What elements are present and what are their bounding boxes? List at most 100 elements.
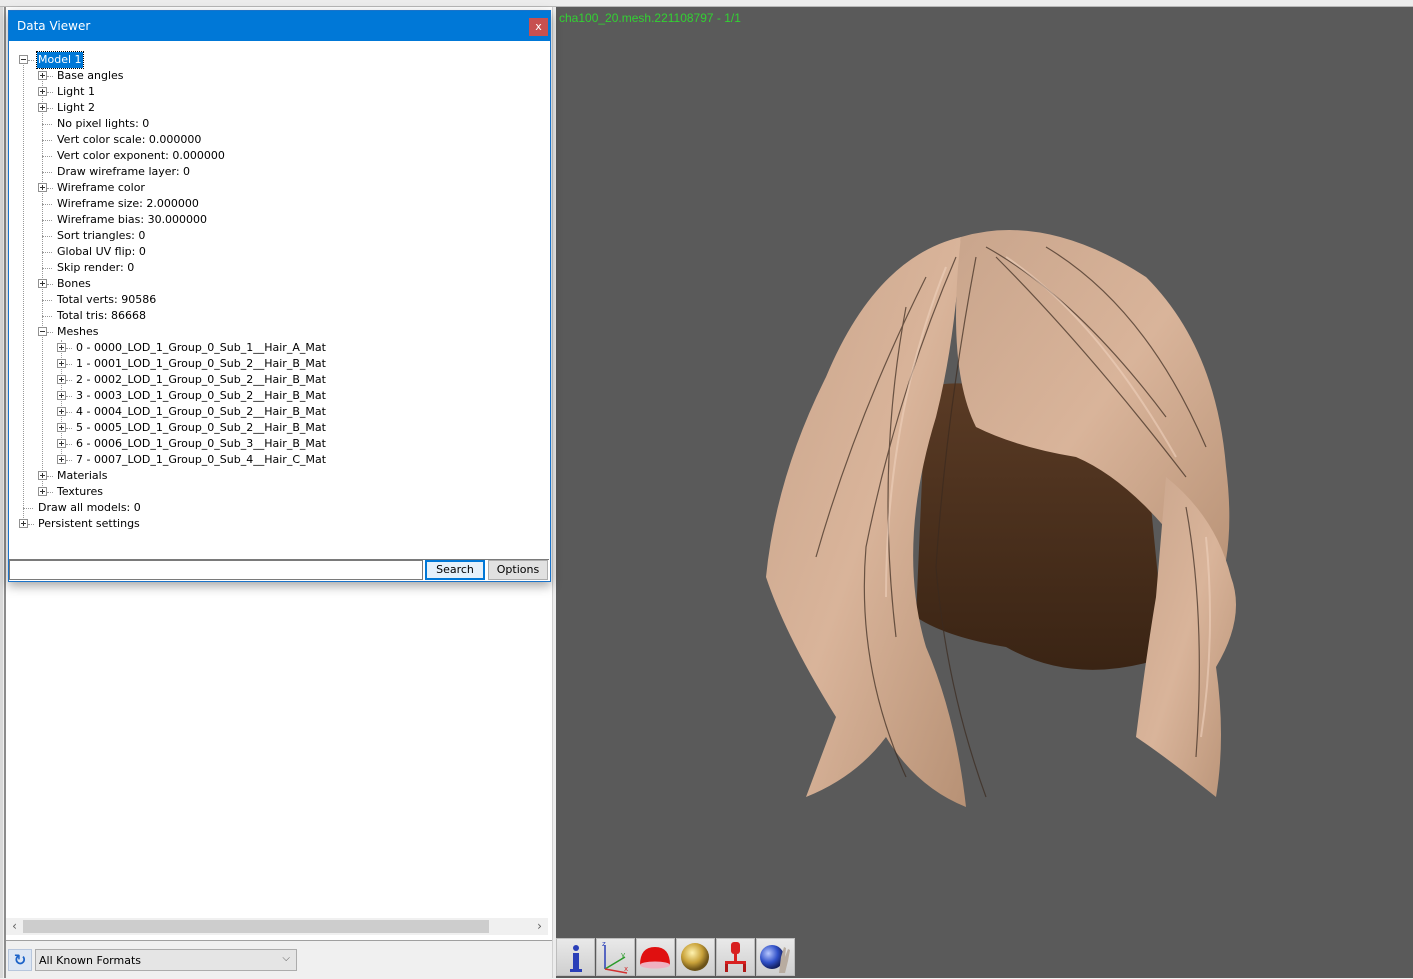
tree-node-label: 7 - 0007_LOD_1_Group_0_Sub_4__Hair_C_Mat	[76, 453, 327, 466]
collapse-icon[interactable]	[38, 327, 47, 336]
grab-sphere-button[interactable]	[756, 938, 795, 976]
scroll-thumb[interactable]	[23, 920, 489, 933]
tree-node-label: 2 - 0002_LOD_1_Group_0_Sub_2__Hair_B_Mat	[76, 373, 326, 386]
viewport-toolbar: z y x	[556, 938, 796, 978]
refresh-icon: ↻	[13, 951, 27, 969]
dialog-titlebar[interactable]: Data Viewer x	[9, 11, 550, 41]
tree-connector	[42, 252, 52, 253]
format-filter-value: All Known Formats	[39, 954, 142, 967]
tree-connector	[42, 236, 52, 237]
expand-icon[interactable]	[57, 455, 66, 464]
svg-text:x: x	[624, 965, 628, 973]
expand-icon[interactable]	[38, 471, 47, 480]
tree-node-label: Light 2	[57, 101, 95, 114]
expand-icon[interactable]	[38, 279, 47, 288]
tree-connector	[66, 412, 72, 413]
left-edge	[0, 7, 3, 978]
tree-connector	[66, 380, 72, 381]
tree-connector	[42, 220, 52, 221]
expand-icon[interactable]	[38, 487, 47, 496]
tree-node-label: 6 - 0006_LOD_1_Group_0_Sub_3__Hair_B_Mat	[76, 437, 326, 450]
tree-node-label: No pixel lights: 0	[57, 117, 150, 130]
expand-icon[interactable]	[19, 519, 28, 528]
hemisphere-icon	[640, 947, 670, 969]
close-icon: x	[535, 20, 542, 33]
refresh-button[interactable]: ↻	[8, 949, 32, 971]
expand-icon[interactable]	[38, 103, 47, 112]
tree-node-label: Base angles	[57, 69, 124, 82]
horizontal-scrollbar[interactable]: ‹ ›	[6, 918, 548, 935]
expand-icon[interactable]	[57, 343, 66, 352]
expand-icon[interactable]	[57, 423, 66, 432]
top-edge	[0, 0, 1413, 7]
axes-icon: z y x	[602, 940, 628, 974]
tree-connector	[42, 156, 52, 157]
info-icon	[570, 945, 582, 972]
tree-connector	[42, 172, 52, 173]
expand-icon[interactable]	[57, 359, 66, 368]
tree-connector	[23, 508, 33, 509]
tree-node-label: Sort triangles: 0	[57, 229, 146, 242]
tree-node-label: 5 - 0005_LOD_1_Group_0_Sub_2__Hair_B_Mat	[76, 421, 326, 434]
tree-connector-line	[23, 60, 24, 524]
tree-connector	[47, 76, 53, 77]
close-button[interactable]: x	[529, 18, 548, 36]
scroll-right-arrow[interactable]: ›	[531, 918, 548, 935]
skeleton-button[interactable]	[716, 938, 755, 976]
3d-viewport[interactable]: cha100_20.mesh.221108797 - 1/1 z y x	[556, 7, 1413, 978]
tree-connector	[47, 92, 53, 93]
axes-button[interactable]: z y x	[596, 938, 635, 976]
tree-node-label: Wireframe bias: 30.000000	[57, 213, 208, 226]
search-input[interactable]	[9, 560, 423, 580]
search-row: Search Options	[9, 560, 549, 580]
sphere-icon	[681, 943, 709, 971]
expand-icon[interactable]	[57, 439, 66, 448]
expand-icon[interactable]	[38, 183, 47, 192]
tree-node-label: Vert color scale: 0.000000	[57, 133, 202, 146]
tree-node-label: Persistent settings	[38, 517, 140, 530]
tree-connector	[47, 108, 53, 109]
material-sphere-button[interactable]	[676, 938, 715, 976]
search-button[interactable]: Search	[425, 560, 485, 580]
expand-icon[interactable]	[57, 407, 66, 416]
expand-icon[interactable]	[57, 375, 66, 384]
expand-icon[interactable]	[38, 71, 47, 80]
dialog-title: Data Viewer	[17, 19, 91, 33]
options-button[interactable]: Options	[488, 560, 548, 580]
expand-icon[interactable]	[57, 391, 66, 400]
tree-connector	[66, 396, 72, 397]
tree-node-label: Vert color exponent: 0.000000	[57, 149, 225, 162]
tree-node-label: Draw wireframe layer: 0	[57, 165, 191, 178]
tree-connector	[47, 188, 53, 189]
hand-sphere-icon	[760, 945, 790, 973]
tree-node-label: Total verts: 90586	[57, 293, 157, 306]
tree-node-label: Light 1	[57, 85, 95, 98]
tree-connector	[42, 204, 52, 205]
tree-node-label: 4 - 0004_LOD_1_Group_0_Sub_2__Hair_B_Mat	[76, 405, 326, 418]
tree-node-label: 1 - 0001_LOD_1_Group_0_Sub_2__Hair_B_Mat	[76, 357, 326, 370]
tree-node-label: 0 - 0000_LOD_1_Group_0_Sub_1__Hair_A_Mat	[76, 341, 326, 354]
tree-connector	[42, 140, 52, 141]
tree-node-label: Global UV flip: 0	[57, 245, 146, 258]
tree-node-label: Textures	[57, 485, 103, 498]
tree-node-label: Wireframe color	[57, 181, 145, 194]
svg-text:y: y	[621, 951, 625, 959]
scroll-left-arrow[interactable]: ‹	[6, 918, 23, 935]
info-button[interactable]	[556, 938, 595, 976]
mesh-label: cha100_20.mesh.221108797 - 1/1	[559, 11, 741, 25]
collapse-icon[interactable]	[19, 55, 28, 64]
tree-node-label: Wireframe size: 2.000000	[57, 197, 199, 210]
tree-node-label: Bones	[57, 277, 91, 290]
hemisphere-light-button[interactable]	[636, 938, 675, 976]
tree-connector	[28, 60, 34, 61]
tree-connector	[66, 428, 72, 429]
svg-text:z: z	[602, 940, 606, 948]
data-tree[interactable]: Model 1 Base angles Light 1 Light 2 No pixel…	[9, 42, 549, 560]
robot-icon	[725, 942, 746, 972]
expand-icon[interactable]	[38, 87, 47, 96]
tree-node-label: Meshes	[57, 325, 99, 338]
format-filter-select[interactable]: All Known Formats ⌵	[35, 949, 297, 971]
tree-connector	[42, 268, 52, 269]
format-bar: ↻ All Known Formats ⌵	[6, 940, 552, 979]
tree-connector	[66, 460, 72, 461]
